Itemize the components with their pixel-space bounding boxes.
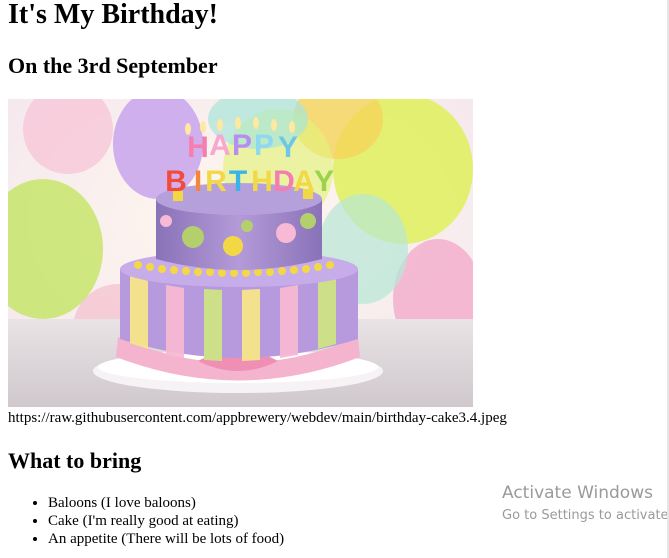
svg-text:R: R (205, 165, 227, 198)
list-item: Cake (I'm really good at eating) (48, 512, 284, 530)
svg-text:I: I (194, 165, 202, 198)
birthday-date-heading: On the 3rd September (8, 53, 218, 78)
bring-list: Baloons (I love baloons) Cake (I'm reall… (8, 494, 284, 548)
list-item: Baloons (I love baloons) (48, 494, 284, 512)
page-title: It's My Birthday! (8, 0, 218, 30)
activate-windows-watermark: Activate Windows Go to Settings to activ… (502, 482, 669, 526)
svg-text:T: T (229, 165, 247, 198)
svg-text:Y: Y (278, 131, 298, 164)
svg-text:H: H (251, 165, 273, 198)
svg-text:B: B (165, 165, 187, 198)
watermark-title: Activate Windows (502, 483, 653, 503)
svg-text:D: D (273, 165, 295, 198)
svg-text:P: P (232, 129, 252, 162)
image-caption-url: https://raw.githubusercontent.com/appbre… (8, 410, 507, 426)
list-item: An appetite (There will be lots of food) (48, 530, 284, 548)
svg-text:A: A (209, 129, 231, 162)
svg-text:P: P (254, 129, 274, 162)
what-to-bring-heading: What to bring (8, 448, 142, 473)
birthday-cake-image: H A P P Y B I R T H D A Y (8, 99, 473, 407)
watermark-subtitle: Go to Settings to activate (502, 508, 669, 523)
svg-text:Y: Y (314, 165, 334, 198)
svg-text:H: H (187, 131, 209, 164)
svg-text:A: A (293, 165, 315, 198)
